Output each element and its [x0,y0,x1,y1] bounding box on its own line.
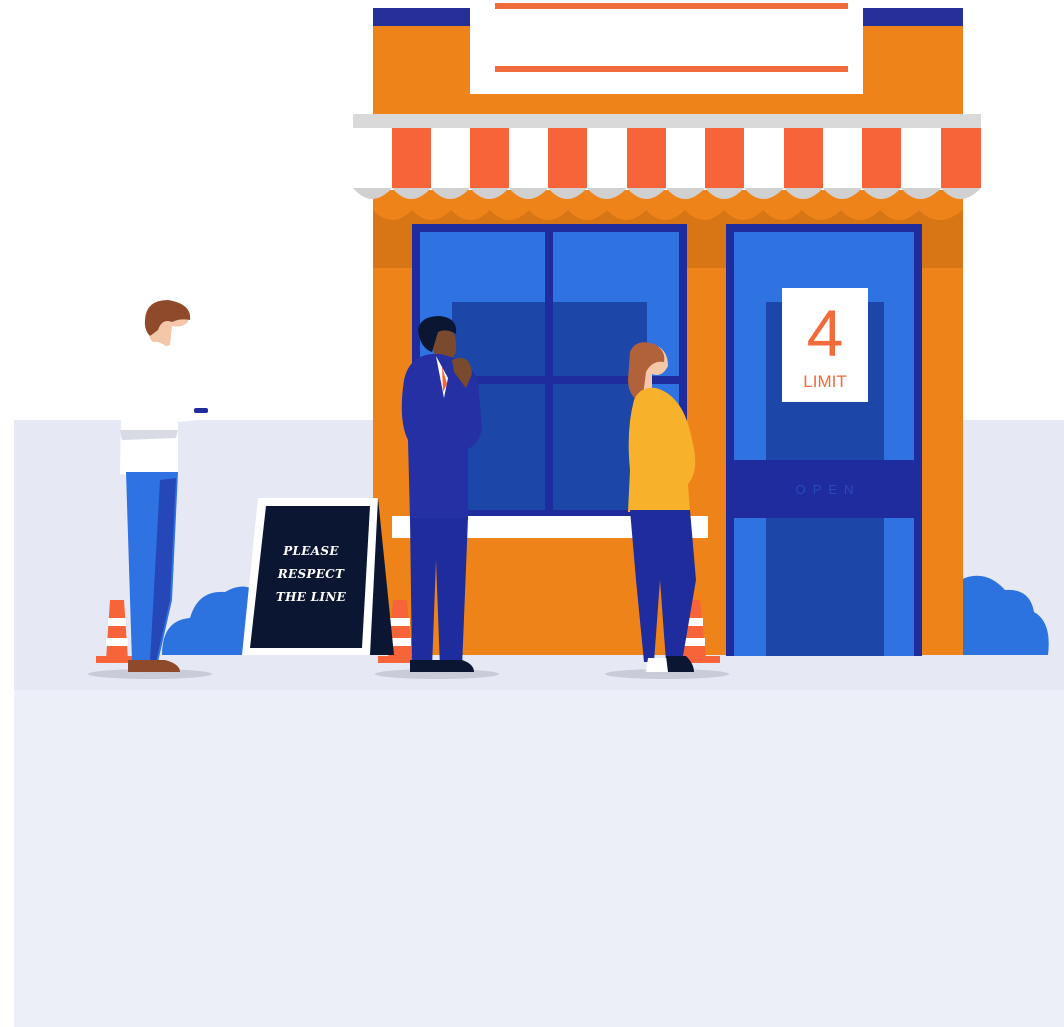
limit-number: 4 [806,296,844,370]
phone-icon [194,408,208,413]
store-door [726,224,922,656]
sign-line-2: RESPECT [277,567,345,581]
sign-line-3: THE LINE [275,590,347,604]
illustration-scene: PLEASE RESPECT THE LINE 4 LIMIT OPEN [0,0,1064,1027]
open-sign-text: OPEN [795,482,861,497]
storefront-artwork [88,0,1049,679]
right-bush [960,575,1049,655]
sign-line-1: PLEASE [283,544,339,558]
limit-label: LIMIT [803,372,847,391]
store-name-board [470,0,863,94]
sandwich-board-text: PLEASE RESPECT THE LINE [262,540,360,609]
